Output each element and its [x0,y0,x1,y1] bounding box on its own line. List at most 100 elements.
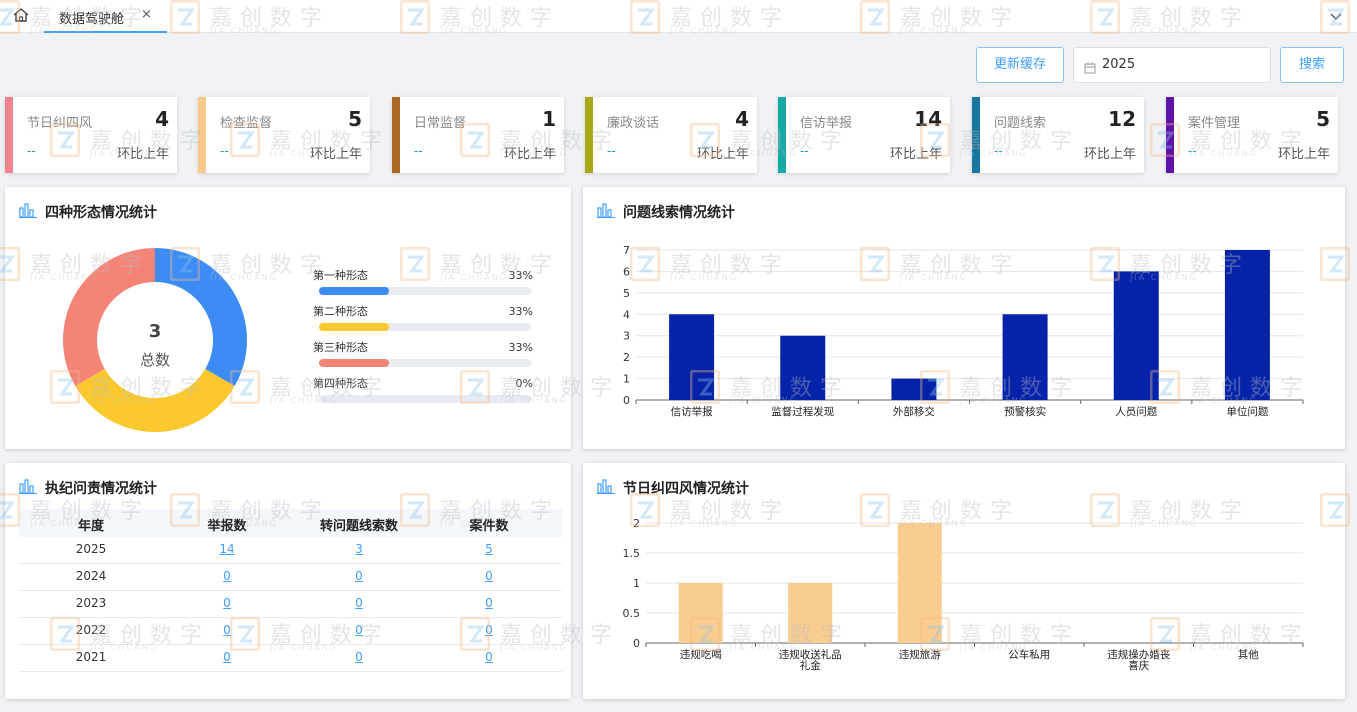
year-picker[interactable]: 2025 [1073,47,1271,83]
card-yoy-label: 环比上年 [309,147,362,162]
progress-fill [319,359,389,367]
progress-track [319,287,531,295]
cell-link-clues[interactable]: 3 [309,542,409,556]
card-label: 日常监督 [414,116,467,131]
donut-chart: 3 总数 [60,245,250,435]
cell-link-cases[interactable]: 5 [439,542,539,556]
x-tick-label: 单位问题 [1226,405,1268,418]
y-tick-label: 0 [623,394,630,407]
cell-year: 2022 [75,623,107,637]
cell-link-reports[interactable]: 0 [177,596,277,610]
bar-chart-icon [19,478,37,498]
home-icon[interactable] [12,7,32,25]
stat-card[interactable]: 案件管理 5 -- 环比上年 [1166,97,1338,173]
search-button[interactable]: 搜索 [1280,47,1344,83]
x-tick-label: 其他 [1238,648,1260,661]
form-percent: 0% [515,377,533,390]
y-tick-label: 1 [623,373,630,386]
stat-card[interactable]: 日常监督 1 -- 环比上年 [392,97,564,173]
bar[interactable] [891,378,937,400]
cell-link-cases[interactable]: 0 [439,623,539,637]
card-accent-bar [778,97,786,173]
stat-card[interactable]: 廉政谈话 4 -- 环比上年 [585,97,757,173]
card-label: 案件管理 [1188,116,1241,131]
table-row: 2024 0 0 0 [19,564,562,591]
panel-festival: 节日纠四风情况统计 0 0.5 1 1.5 2 违规吃喝 违规收送礼品 礼金 违规旅游 公车私用违… [583,463,1345,699]
card-count: 12 [1108,107,1136,131]
tab-bar: 数据驾驶舱 × [0,0,1357,33]
cell-link-reports[interactable]: 0 [177,650,277,664]
donut-slice[interactable] [75,369,235,432]
card-count: 4 [155,107,169,131]
y-tick-label: 1 [633,577,640,590]
panel-accountability: 执纪问责情况统计 年度 举报数 转问题线索数 案件数 2025 14 3 5 2024 0… [5,463,571,699]
card-label: 信访举报 [800,116,853,131]
card-count: 5 [1316,107,1330,131]
stat-card[interactable]: 问题线索 12 -- 环比上年 [972,97,1144,173]
table-row: 2021 0 0 0 [19,645,562,672]
y-tick-label: 1.5 [623,547,641,560]
panel-title: 执纪问责情况统计 [45,481,157,497]
x-tick-label: 信访举报 [671,405,713,418]
bar[interactable] [1224,250,1270,400]
form-name: 第三种形态 [313,341,368,354]
donut-total-value: 3 [148,321,162,342]
card-change-value: -- [27,144,36,158]
card-count: 4 [735,107,749,131]
bar[interactable] [780,335,826,400]
card-label: 问题线索 [994,116,1047,131]
form-percent: 33% [508,305,533,318]
card-change-value: -- [607,144,616,158]
card-accent-bar [198,97,206,173]
card-yoy-label: 环比上年 [696,147,749,162]
x-tick-label: 喜庆 [1128,659,1150,672]
x-tick-label: 外部移交 [893,405,935,418]
progress-track [319,359,531,367]
tab-data-cockpit[interactable]: 数据驾驶舱 × [44,0,167,33]
bar[interactable] [678,583,723,643]
cell-link-reports[interactable]: 0 [177,623,277,637]
donut-total-label: 总数 [139,351,170,369]
table-header: 年度 举报数 转问题线索数 案件数 [19,509,562,537]
bar[interactable] [669,314,715,400]
chevron-down-icon[interactable] [1326,6,1350,26]
bar-chart-icon [19,202,37,222]
cell-link-clues[interactable]: 0 [309,569,409,583]
form-percent: 33% [508,341,533,354]
y-tick-label: 2 [633,517,640,530]
card-yoy-label: 环比上年 [1277,147,1330,162]
bar[interactable] [1113,271,1159,400]
stat-card[interactable]: 检查监督 5 -- 环比上年 [198,97,370,173]
refresh-cache-button[interactable]: 更新缓存 [976,47,1064,83]
card-accent-bar [5,97,13,173]
cell-link-cases[interactable]: 0 [439,569,539,583]
cell-link-clues[interactable]: 0 [309,650,409,664]
bar[interactable] [788,583,833,643]
bar[interactable] [1002,314,1048,400]
festival-bar-chart: 00.511.52违规吃喝 违规收送礼品礼金违规旅游 公车私用 违规操办婚丧喜庆其他 [623,517,1304,672]
y-tick-label: 0 [633,637,640,650]
stat-card[interactable]: 信访举报 14 -- 环比上年 [778,97,950,173]
card-label: 节日纠四风 [27,116,93,131]
cell-link-reports[interactable]: 0 [177,569,277,583]
stat-card[interactable]: 节日纠四风 4 -- 环比上年 [5,97,177,173]
card-accent-bar [585,97,593,173]
bar[interactable] [897,523,942,643]
y-tick-label: 5 [623,287,630,300]
card-change-value: -- [800,144,809,158]
y-tick-label: 7 [623,244,630,257]
card-count: 5 [348,107,362,131]
form-name: 第二种形态 [313,305,368,318]
cell-link-clues[interactable]: 0 [309,596,409,610]
cell-link-cases[interactable]: 0 [439,650,539,664]
column-header-cases: 案件数 [469,519,509,534]
close-icon[interactable]: × [141,7,152,22]
card-yoy-label: 环比上年 [1083,147,1136,162]
cell-link-clues[interactable]: 0 [309,623,409,637]
form-name: 第四种形态 [313,377,368,390]
cell-link-reports[interactable]: 14 [177,542,277,556]
card-label: 检查监督 [220,116,273,131]
card-change-value: -- [1188,144,1197,158]
cell-link-cases[interactable]: 0 [439,596,539,610]
panel-problem-clues: 问题线索情况统计 0 1 2 3 4 5 6 7 信访举报 监督过程发现 外部移交 预警核实 人员问题单… [583,187,1345,449]
